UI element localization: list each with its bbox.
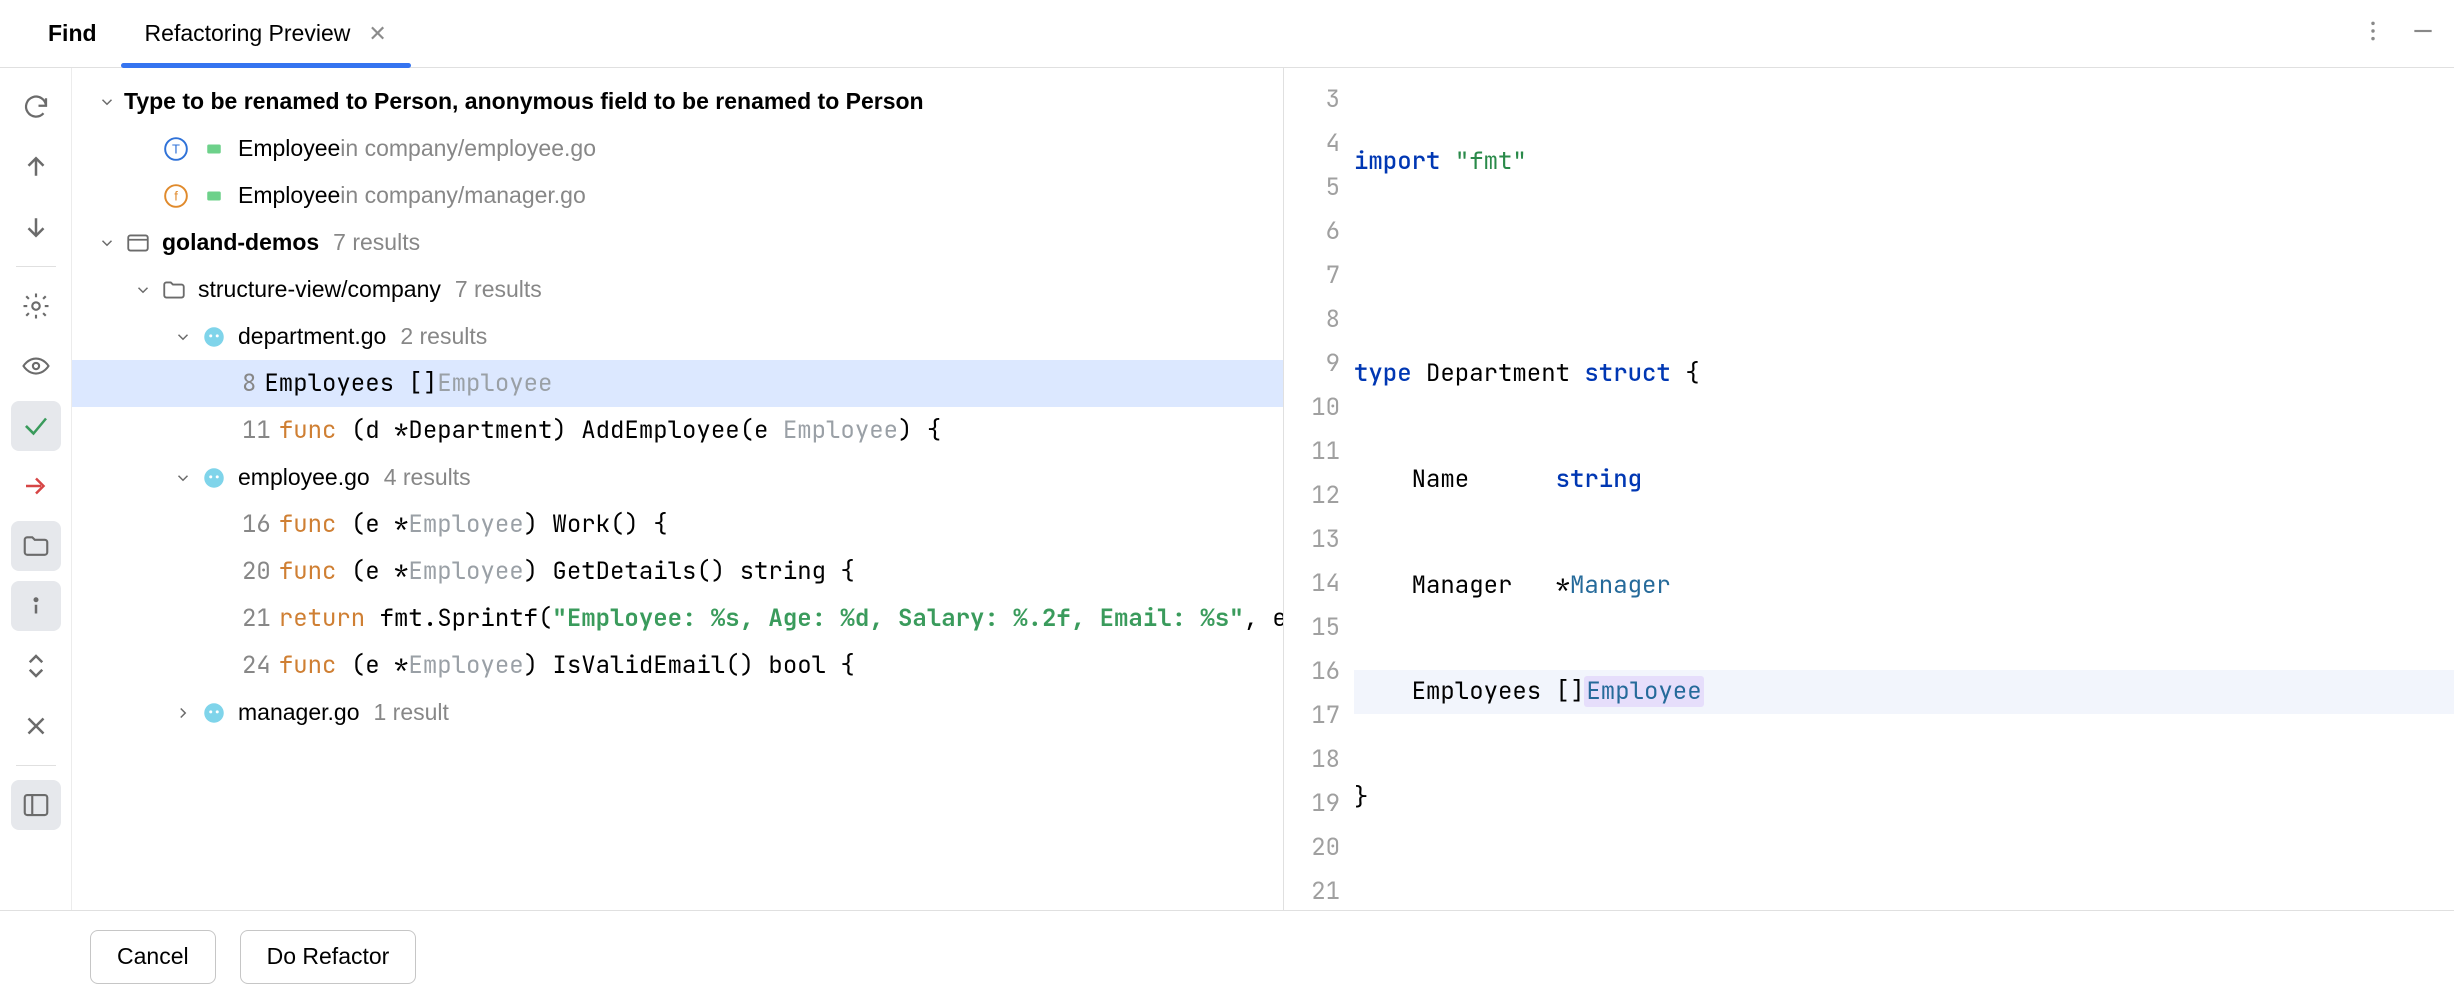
chevron-down-icon[interactable]	[96, 91, 118, 113]
usage-code: func (d *Department) AddEmployee(e Emplo…	[279, 415, 941, 446]
usage-code: return fmt.Sprintf("Employee: %s, Age: %…	[279, 603, 1283, 634]
type-ref-name: Employee	[238, 135, 340, 162]
module-count: 7 results	[333, 229, 420, 256]
usage-code: func (e *Employee) IsValidEmail() bool {	[279, 650, 855, 681]
package-count: 7 results	[455, 276, 542, 303]
footer-bar: Cancel Do Refactor	[0, 910, 2454, 1002]
file-count: 4 results	[384, 464, 471, 491]
chevron-right-icon[interactable]	[172, 702, 194, 724]
close-icon[interactable]: ✕	[368, 21, 386, 47]
editor-code[interactable]: import "fmt" type Department struct { Na…	[1354, 68, 2454, 910]
folder-icon	[160, 276, 188, 304]
file-count: 1 result	[373, 699, 448, 726]
minimize-icon[interactable]	[2410, 18, 2436, 50]
tool-sidebar	[0, 68, 72, 910]
file-name: department.go	[238, 323, 386, 350]
close-x-icon[interactable]	[11, 701, 61, 751]
usage-row-dep8[interactable]: 8 Employees []Employee	[72, 360, 1283, 407]
usages-tree[interactable]: Type to be renamed to Person, anonymous …	[72, 78, 1283, 910]
usage-row-emp20[interactable]: 20 func (e *Employee) GetDetails() strin…	[72, 548, 1283, 595]
usage-row-emp16[interactable]: 16 func (e *Employee) Work() {	[72, 501, 1283, 548]
editor-preview: 3 4 5 6 7 8 9 10 11 12 13 14 15 16 17 18	[1284, 68, 2454, 910]
file-count: 2 results	[400, 323, 487, 350]
file-name: employee.go	[238, 464, 370, 491]
package-name: structure-view/company	[198, 276, 441, 303]
field-ref-loc: in company/manager.go	[340, 182, 586, 209]
line-number: 24	[242, 650, 271, 681]
usages-tree-pane: Type to be renamed to Person, anonymous …	[72, 68, 1284, 910]
expand-collapse-icon[interactable]	[11, 641, 61, 691]
file-name: manager.go	[238, 699, 359, 726]
line-number: 8	[242, 368, 256, 399]
go-file-icon	[200, 464, 228, 492]
tree-header-row[interactable]: Type to be renamed to Person, anonymous …	[72, 78, 1283, 125]
tool-window-tabs: Find Refactoring Preview ✕	[0, 0, 2454, 68]
panel-layout-icon[interactable]	[11, 780, 61, 830]
field-ref-name: Employee	[238, 182, 340, 209]
chevron-down-icon[interactable]	[96, 232, 118, 254]
chevron-down-icon[interactable]	[172, 467, 194, 489]
editor-gutter: 3 4 5 6 7 8 9 10 11 12 13 14 15 16 17 18	[1284, 68, 1354, 910]
cancel-button[interactable]: Cancel	[90, 930, 216, 984]
line-number: 16	[242, 509, 271, 540]
file-employee-row[interactable]: employee.go 4 results	[72, 454, 1283, 501]
preview-icon[interactable]	[11, 341, 61, 391]
usage-row-dep11[interactable]: 11 func (d *Department) AddEmployee(e Em…	[72, 407, 1283, 454]
usage-code: func (e *Employee) Work() {	[279, 509, 668, 540]
line-number: 21	[242, 603, 271, 634]
go-file-icon	[200, 323, 228, 351]
go-badge-icon	[200, 182, 228, 210]
refresh-icon[interactable]	[11, 82, 61, 132]
type-ref-loc: in company/employee.go	[340, 135, 596, 162]
module-icon	[124, 229, 152, 257]
tree-header-text: Type to be renamed to Person, anonymous …	[124, 88, 924, 115]
line-number: 11	[242, 415, 271, 446]
do-refactor-button[interactable]: Do Refactor	[240, 930, 417, 984]
type-icon: T	[162, 135, 190, 163]
module-row[interactable]: goland-demos 7 results	[72, 219, 1283, 266]
chevron-down-icon[interactable]	[172, 326, 194, 348]
add-folder-icon[interactable]	[11, 521, 61, 571]
go-badge-icon	[200, 135, 228, 163]
module-name: goland-demos	[162, 229, 319, 256]
chevron-down-icon[interactable]	[132, 279, 154, 301]
next-occurrence-icon[interactable]	[11, 202, 61, 252]
svg-text:T: T	[172, 141, 180, 156]
type-ref-row[interactable]: T Employee in company/employee.go	[72, 125, 1283, 172]
line-number: 20	[242, 556, 271, 587]
usage-code: func (e *Employee) GetDetails() string {	[279, 556, 855, 587]
usage-code: Employees []Employee	[264, 368, 552, 399]
field-ref-row[interactable]: f Employee in company/manager.go	[72, 172, 1283, 219]
file-department-row[interactable]: department.go 2 results	[72, 313, 1283, 360]
package-row[interactable]: structure-view/company 7 results	[72, 266, 1283, 313]
usage-row-emp24[interactable]: 24 func (e *Employee) IsValidEmail() boo…	[72, 642, 1283, 689]
go-file-icon	[200, 699, 228, 727]
file-manager-row[interactable]: manager.go 1 result	[72, 689, 1283, 736]
field-icon: f	[162, 182, 190, 210]
svg-text:f: f	[174, 188, 178, 203]
more-icon[interactable]	[2360, 18, 2386, 50]
import-red-icon[interactable]	[11, 461, 61, 511]
tab-find-label: Find	[48, 20, 97, 47]
settings-icon[interactable]	[11, 281, 61, 331]
export-icon[interactable]	[11, 401, 61, 451]
tab-refactoring-preview[interactable]: Refactoring Preview ✕	[121, 0, 411, 67]
usage-row-emp21[interactable]: 21 return fmt.Sprintf("Employee: %s, Age…	[72, 595, 1283, 642]
tab-find[interactable]: Find	[24, 0, 121, 67]
prev-occurrence-icon[interactable]	[11, 142, 61, 192]
tab-refactoring-preview-label: Refactoring Preview	[145, 20, 351, 47]
info-icon[interactable]	[11, 581, 61, 631]
